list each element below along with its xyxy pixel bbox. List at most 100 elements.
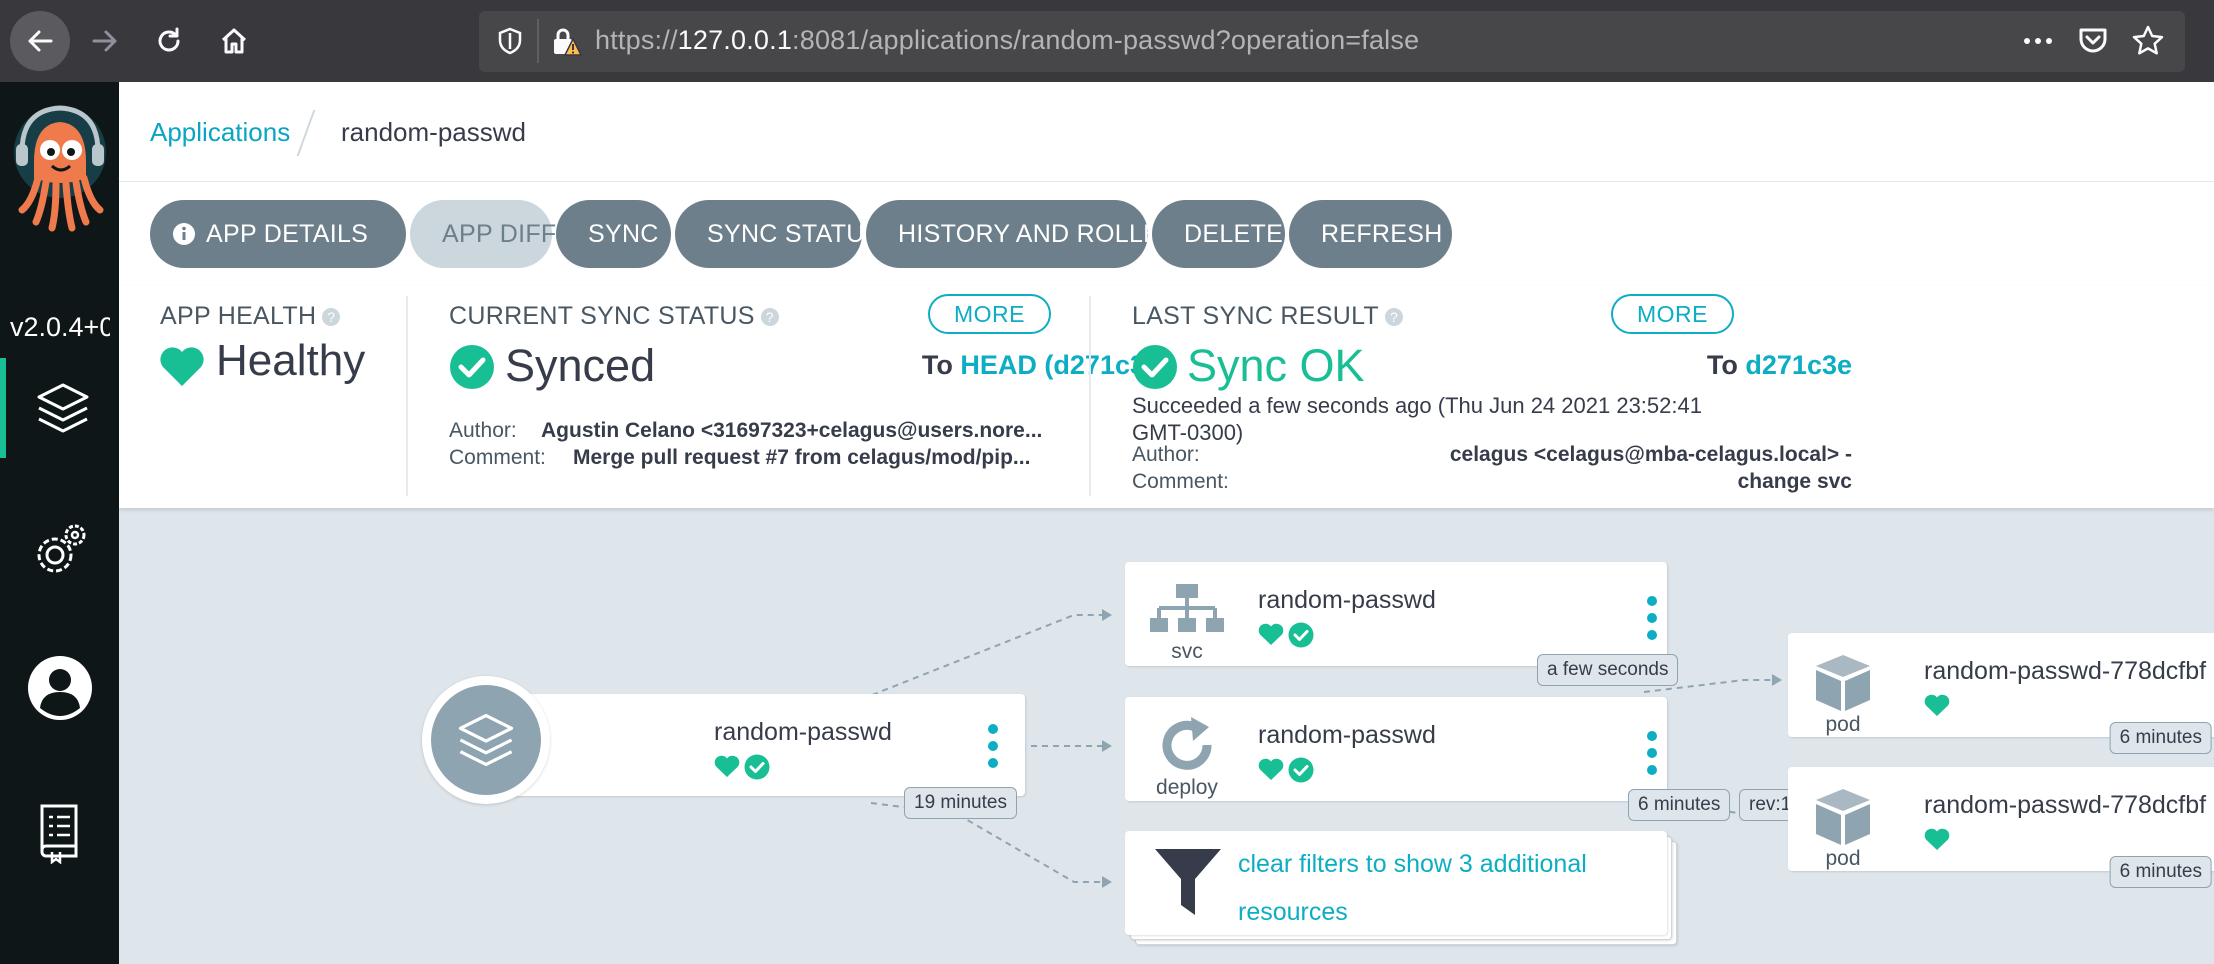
arrow-left-icon (28, 30, 53, 52)
app-node-name: random-passwd (714, 718, 892, 746)
deploy-rotate-icon (1162, 717, 1212, 770)
help-icon[interactable]: ? (1385, 308, 1403, 327)
main-content: Applications random-passwd APP DETAILS A… (119, 82, 2214, 964)
history-rollback-button[interactable]: HISTORY AND ROLLBACK (866, 200, 1212, 268)
delete-button[interactable]: DELETE (1152, 200, 1285, 268)
breadcrumb-separator (296, 110, 316, 156)
svc-node-name: random-passwd (1258, 586, 1436, 614)
edge-app-svc (871, 614, 1102, 696)
last-sync-comment-value: change svc (1737, 470, 1852, 493)
pod-node-name: random-passwd-778dcfbf (1924, 791, 2207, 819)
pocket-icon[interactable] (2076, 24, 2110, 58)
refresh-label: REFRESH (1321, 219, 1443, 248)
last-sync-author-label: Author: (1132, 443, 1200, 466)
forward-button[interactable] (76, 12, 134, 70)
network-icon (1150, 584, 1224, 632)
back-button[interactable] (10, 11, 70, 71)
layers-icon (458, 713, 514, 767)
reload-button[interactable] (140, 12, 198, 70)
app-node[interactable]: random-passwd (483, 694, 1025, 796)
check-circle-icon (1288, 622, 1314, 648)
help-icon[interactable]: ? (760, 308, 779, 327)
last-sync-author-value: celagus <celagus@mba-celagus.local> - (1449, 443, 1852, 466)
argo-logo[interactable] (12, 102, 108, 232)
last-sync-succeeded: Succeeded a few seconds ago (Thu Jun 24 … (1132, 393, 1702, 445)
sync-status-value: Synced (505, 340, 656, 391)
deploy-node-age: 6 minutes (1628, 789, 1731, 821)
app-health-title: APP HEALTH? (160, 302, 341, 331)
arrow-right-icon (92, 30, 117, 52)
pod-node-age: 6 minutes (2109, 856, 2212, 888)
sync-comment-value: Merge pull request #7 from celagus/mod/p… (573, 446, 1031, 469)
filter-node[interactable]: clear filters to show 3 additional resour… (1125, 831, 1667, 935)
sync-comment-label: Comment: (449, 446, 546, 469)
book-icon (40, 804, 77, 864)
svc-node-age: a few seconds (1537, 654, 1679, 686)
check-circle-icon (744, 754, 770, 780)
svc-node[interactable]: svc random-passwd (1125, 562, 1667, 666)
heart-icon (1924, 828, 1950, 850)
app-details-label: APP DETAILS (206, 219, 369, 248)
app-health-value: Healthy (216, 336, 366, 385)
insecure-lock-icon[interactable] (549, 25, 583, 59)
cube-icon (1816, 655, 1870, 711)
gears-icon (37, 524, 85, 573)
check-circle-icon (450, 345, 494, 389)
svc-node-menu[interactable] (1647, 596, 1657, 640)
home-icon (221, 28, 247, 54)
breadcrumb-current: random-passwd (341, 117, 526, 147)
version-label: v2.0.4+0 (10, 312, 110, 342)
heart-icon (1258, 758, 1284, 780)
status-panel: APP HEALTH? Healthy CURRENT SYNC STATUS?… (119, 286, 2214, 508)
bookmark-star-icon[interactable] (2131, 24, 2165, 58)
last-sync-more-button[interactable]: MORE (1611, 294, 1734, 334)
deploy-node-menu[interactable] (1647, 731, 1657, 775)
deploy-node[interactable]: deploy random-passwd (1125, 697, 1667, 801)
sync-status-label: SYNC STATUS (707, 219, 882, 248)
pod-node-name: random-passwd-778dcfbf (1924, 657, 2207, 685)
app-node-menu[interactable] (988, 724, 998, 768)
heart-icon (160, 347, 204, 386)
heart-icon (1924, 694, 1950, 716)
check-circle-icon (1288, 757, 1314, 783)
sidebar-item-applications[interactable] (0, 358, 119, 458)
sync-status-button[interactable]: SYNC STATUS (675, 200, 881, 268)
url-text[interactable]: https://127.0.0.1:8081/applications/rand… (595, 25, 1419, 56)
sidebar-item-user-info[interactable] (0, 638, 119, 738)
sync-button[interactable]: SYNC (556, 200, 671, 268)
last-sync-comment-label: Comment: (1132, 470, 1229, 493)
heart-icon (1258, 623, 1284, 645)
sync-label: SYNC (588, 219, 659, 248)
sync-status-more-button[interactable]: MORE (928, 294, 1051, 334)
app-diff-button[interactable]: APP DIFF (410, 200, 556, 268)
user-circle-icon (27, 656, 92, 720)
argo-octopus-logo-icon (14, 105, 106, 232)
layers-icon (37, 383, 88, 433)
app-node-status (714, 754, 770, 780)
app-node-age: 19 minutes (904, 787, 1017, 819)
breadcrumb-applications[interactable]: Applications (150, 117, 290, 148)
app-details-button[interactable]: APP DETAILS (150, 200, 406, 268)
sidebar-item-settings[interactable] (0, 500, 119, 600)
deploy-node-name: random-passwd (1258, 721, 1436, 749)
app-node-icon (422, 676, 550, 804)
filter-node-link[interactable]: clear filters to show 3 additional resour… (1238, 840, 1587, 936)
sidebar-item-documentation[interactable] (0, 782, 119, 882)
deploy-node-status (1258, 757, 1314, 783)
more-actions-icon[interactable] (2021, 29, 2055, 53)
browser-toolbar: https://127.0.0.1:8081/applications/rand… (0, 0, 2214, 82)
tracking-shield-icon[interactable] (495, 26, 525, 56)
help-icon[interactable]: ? (322, 308, 341, 327)
last-sync-revision-link[interactable]: d271c3e (1745, 350, 1852, 380)
home-button[interactable] (205, 12, 263, 70)
heart-icon (714, 755, 740, 777)
url-bar[interactable]: https://127.0.0.1:8081/applications/rand… (479, 11, 2185, 72)
divider (406, 296, 408, 496)
refresh-button[interactable]: REFRESH (1289, 200, 1452, 268)
deploy-node-kind: deploy (1156, 776, 1218, 799)
delete-label: DELETE (1184, 219, 1284, 248)
sidebar: v2.0.4+0 (0, 82, 119, 964)
svc-node-kind: svc (1171, 640, 1203, 663)
divider (1089, 296, 1091, 496)
pod-node-age: 6 minutes (2109, 722, 2212, 754)
